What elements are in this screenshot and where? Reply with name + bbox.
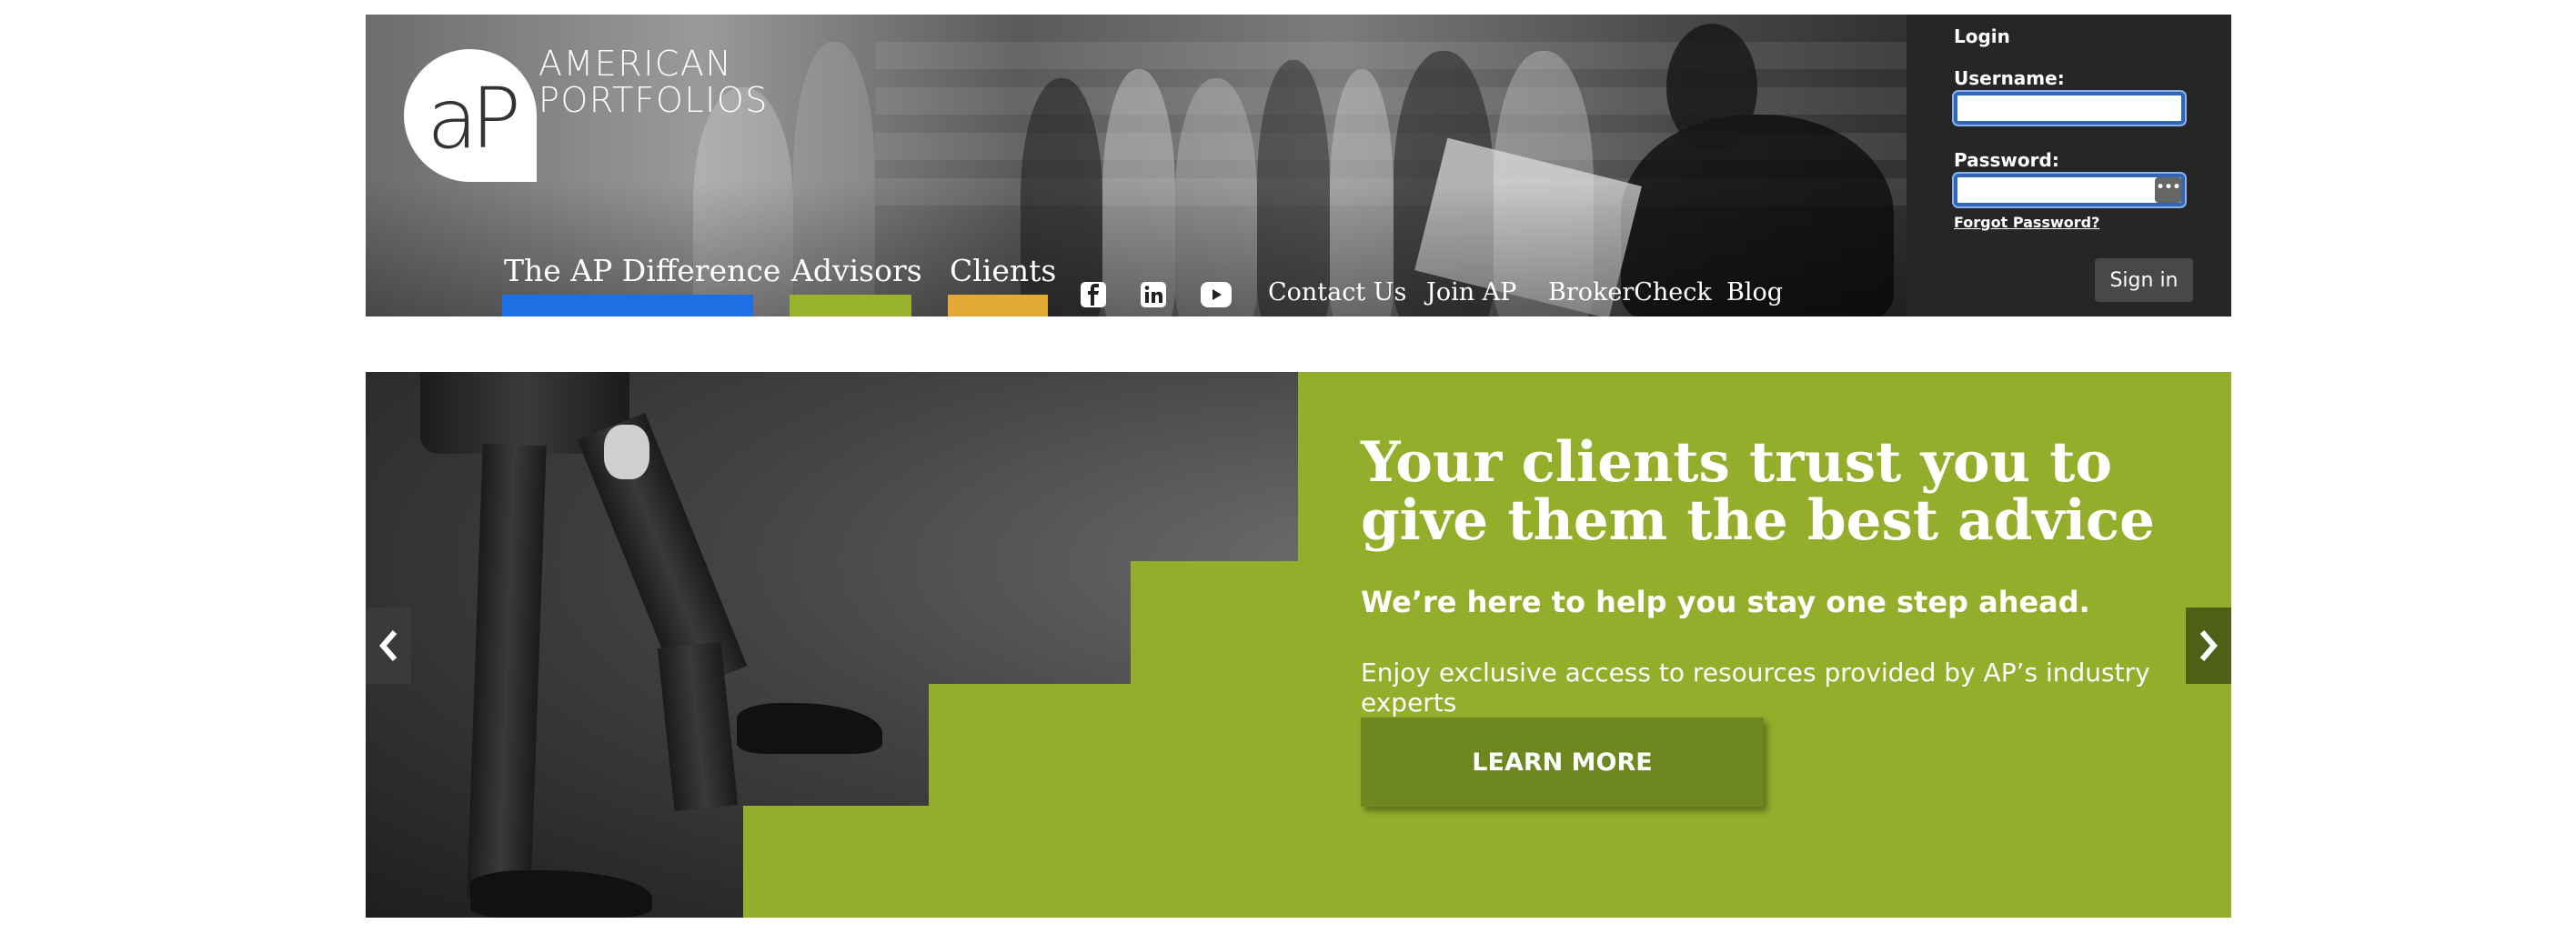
password-label: Password: — [1954, 149, 2059, 171]
hero-headline: Your clients trust you to give them the … — [1361, 430, 2155, 553]
learn-more-button[interactable]: LEARN MORE — [1361, 718, 1764, 807]
password-manager-key-icon[interactable]: ••• — [2155, 177, 2182, 203]
nav-brokercheck[interactable]: BrokerCheck — [1548, 278, 1712, 306]
nav-the-ap-difference[interactable]: The AP Difference — [502, 253, 781, 316]
nav-blog[interactable]: Blog — [1726, 278, 1783, 306]
logo-monogram: aP — [427, 69, 521, 167]
login-panel: Login Username: Password: ••• Forgot Pas… — [1907, 15, 2231, 316]
carousel-next-button[interactable] — [2186, 608, 2231, 684]
logo-line-2: PORTFOLIOS — [538, 80, 769, 120]
sign-in-button[interactable]: Sign in — [2095, 258, 2193, 302]
nav-advisors[interactable]: Advisors — [790, 253, 922, 316]
nav-contact-us[interactable]: Contact Us — [1268, 278, 1406, 306]
hero-subheadline: We’re here to help you stay one step ahe… — [1361, 585, 2090, 619]
forgot-password-link[interactable]: Forgot Password? — [1954, 214, 2099, 231]
hero-body-text: Enjoy exclusive access to resources prov… — [1361, 658, 2150, 718]
hero-carousel: Your clients trust you to give them the … — [366, 372, 2231, 918]
logo-wordmark[interactable]: AMERICAN PORTFOLIOS — [538, 45, 769, 118]
username-label: Username: — [1954, 67, 2065, 89]
nav-clients[interactable]: Clients — [948, 253, 1057, 316]
nav-the-ap-difference-bar — [502, 295, 753, 316]
nav-the-ap-difference-label: The AP Difference — [504, 253, 781, 288]
password-input[interactable] — [1954, 174, 2185, 206]
nav-clients-label: Clients — [950, 253, 1057, 288]
logo-line-1: AMERICAN — [538, 44, 733, 84]
youtube-icon[interactable] — [1201, 282, 1232, 307]
carousel-prev-button[interactable] — [366, 608, 411, 684]
linkedin-icon[interactable] — [1141, 282, 1166, 307]
chevron-right-icon — [2199, 630, 2218, 661]
nav-join-ap[interactable]: Join AP — [1426, 278, 1516, 306]
nav-advisors-label: Advisors — [791, 253, 922, 288]
nav-clients-bar — [948, 295, 1048, 316]
site-header: aP AMERICAN PORTFOLIOS The AP Difference… — [366, 15, 2231, 316]
logo-mark[interactable]: aP — [404, 49, 537, 182]
login-title: Login — [1954, 25, 2010, 47]
hero-text-block: Your clients trust you to give them the … — [1361, 434, 2179, 718]
username-input[interactable] — [1954, 92, 2185, 125]
facebook-icon[interactable] — [1081, 282, 1106, 307]
nav-advisors-bar — [790, 295, 911, 316]
chevron-left-icon — [379, 630, 397, 661]
